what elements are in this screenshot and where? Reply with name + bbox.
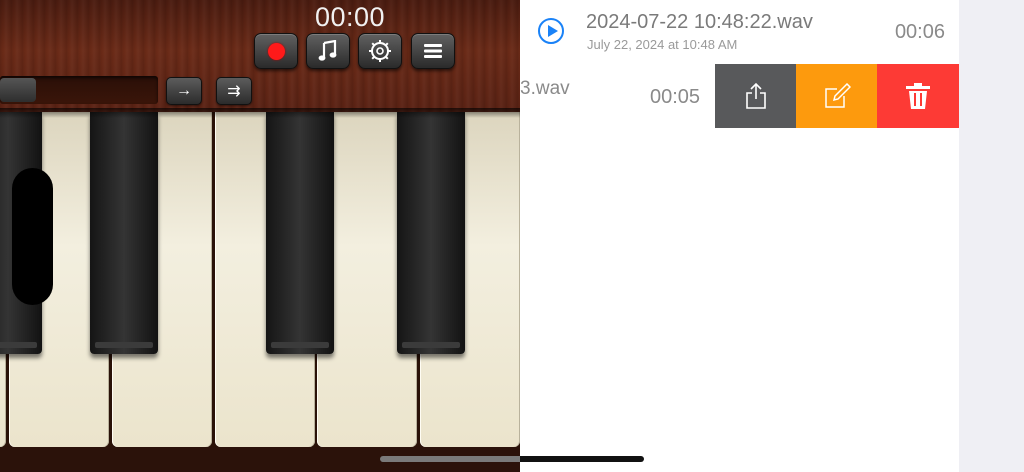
piano-view: 00:00 → ⇉ <box>0 0 520 472</box>
black-key[interactable] <box>266 112 334 354</box>
range-slider-thumb[interactable] <box>0 78 36 102</box>
recording-date: July 22, 2024 at 10:48 AM <box>587 37 738 52</box>
record-icon <box>267 42 285 60</box>
black-key[interactable] <box>397 112 465 354</box>
wood-shadow <box>0 108 520 118</box>
recording-timer: 00:00 <box>314 2 386 32</box>
settings-button[interactable] <box>358 33 402 69</box>
keyboard-range-slider[interactable] <box>0 76 158 104</box>
recording-row-swiped[interactable]: 3.wav 00:05 <box>520 64 959 128</box>
instrument-button[interactable] <box>306 33 350 69</box>
drag-handle[interactable] <box>12 168 53 305</box>
share-icon <box>745 82 766 109</box>
edit-button[interactable] <box>796 64 877 128</box>
recording-title: 2024-07-22 10:48:22.wav <box>586 11 813 33</box>
black-key[interactable] <box>90 112 158 354</box>
recordings-list: 2024-07-22 10:48:22.wav July 22, 2024 at… <box>520 0 959 472</box>
play-icon <box>547 25 558 37</box>
recording-row[interactable]: 2024-07-22 10:48:22.wav July 22, 2024 at… <box>520 0 959 64</box>
home-indicator-overlay <box>380 456 520 462</box>
recording-duration: 00:05 <box>650 86 701 108</box>
music-note-icon <box>318 40 337 61</box>
double-arrow-right-icon: ⇉ <box>227 83 241 100</box>
piano-keyboard[interactable] <box>0 112 520 472</box>
shift-right-button[interactable]: → <box>166 77 202 105</box>
right-gutter <box>959 0 1024 472</box>
play-button[interactable] <box>538 18 564 44</box>
record-button[interactable] <box>254 33 298 69</box>
menu-icon <box>424 44 442 58</box>
trash-icon <box>906 83 930 109</box>
recording-duration: 00:06 <box>894 21 945 43</box>
settings-icon <box>369 40 391 62</box>
shift-right-fast-button[interactable]: ⇉ <box>216 77 252 105</box>
arrow-right-icon: → <box>176 82 192 99</box>
share-button[interactable] <box>715 64 796 128</box>
edit-icon <box>824 83 851 108</box>
menu-button[interactable] <box>411 33 455 69</box>
recording-title: 3.wav <box>520 78 570 99</box>
delete-button[interactable] <box>877 64 959 128</box>
